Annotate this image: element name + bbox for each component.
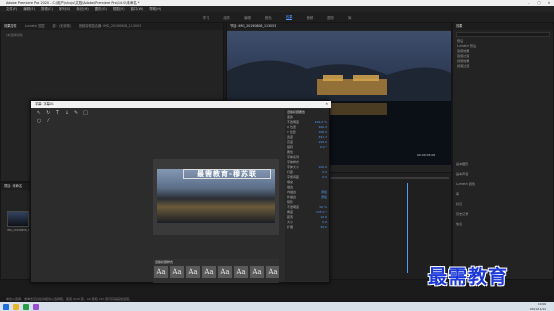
vertical-type-tool-icon[interactable]: ↓ <box>64 110 70 116</box>
windows-taskbar: 10:06 2021/11/12 <box>0 302 554 311</box>
tab-lumetri-scopes[interactable]: Lumetri 范围 <box>25 23 45 30</box>
title-styles: 旧版标题样式 Aa Aa Aa Aa Aa Aa Aa Aa <box>153 259 279 283</box>
workspace-assembly[interactable]: 组件 <box>223 15 230 20</box>
property-value[interactable]: 30.0 <box>320 225 327 230</box>
style-swatch[interactable]: Aa <box>218 266 232 278</box>
panel-markers[interactable]: 标记 <box>456 199 475 209</box>
watermark-logo: 最需教育 <box>428 266 509 288</box>
workspace-libraries[interactable]: 库 <box>348 15 351 20</box>
workspace-learn[interactable]: 学习 <box>203 15 210 20</box>
clock-date: 2021/11/12 <box>529 306 546 311</box>
effects-search-input[interactable] <box>456 32 550 37</box>
folder-video-transitions[interactable]: 视频过渡 <box>457 64 553 69</box>
tab-audio-mixer[interactable]: 音频剪辑混合器: IMG_20190808_113053 <box>79 23 141 30</box>
browser-icon[interactable] <box>23 303 29 310</box>
playhead[interactable] <box>407 183 408 273</box>
workspace-bar: 学习 组件 编辑 颜色 效果 音频 图形 库 <box>0 12 554 22</box>
property-value[interactable]: 添加 <box>321 195 327 200</box>
workspace-audio[interactable]: 音频 <box>306 15 313 20</box>
tab-source[interactable]: 源：(无剪辑) <box>52 23 70 30</box>
pen-tool-icon[interactable]: ✎ <box>73 110 79 116</box>
style-swatch[interactable]: Aa <box>170 266 184 278</box>
panel-essential-sound[interactable]: 基本声音 <box>456 169 475 179</box>
style-swatch[interactable]: Aa <box>202 266 216 278</box>
title-text-box[interactable]: 最需教育-穆苏联 <box>183 169 271 179</box>
title-canvas[interactable]: 最需教育-穆苏联 <box>153 159 279 235</box>
rectangle-tool-icon[interactable]: □ <box>82 110 88 116</box>
window-title: Adobe Premiere Pro 2020 - C:\用户\shuju\文档… <box>6 1 140 5</box>
no-clip-message: (未选择剪辑) <box>6 33 24 37</box>
style-swatch[interactable]: Aa <box>234 266 248 278</box>
property-label: 扩展 <box>287 225 294 229</box>
workspace-graphics[interactable]: 图形 <box>327 15 334 20</box>
workspace-effects[interactable]: 效果 <box>285 14 293 20</box>
rotate-tool-icon[interactable]: ↻ <box>45 110 51 116</box>
dialog-title: 字幕: 字幕01 <box>35 102 54 106</box>
panel-history[interactable]: 历史记录 <box>456 209 475 219</box>
property-value[interactable]: 0.0 <box>322 175 327 180</box>
system-clock: 10:06 2021/11/12 <box>530 302 546 311</box>
selection-tool-icon[interactable]: ↖ <box>36 110 42 116</box>
panel-essential-graphics[interactable]: 基本图形 <box>456 159 475 169</box>
title-properties: 旧版标题属性 变换 不透明度 100.0 % X 位置 306.3 Y 位置 106.2 宽度… <box>285 109 329 281</box>
tab-project[interactable]: 项目: 未命名 <box>4 183 22 190</box>
start-icon[interactable] <box>3 303 9 310</box>
dialog-titlebar: 字幕: 字幕01 ✕ <box>31 101 331 108</box>
panel-lumetri-color[interactable]: Lumetri 颜色 <box>456 179 475 189</box>
effects-browser-panel: 效果 预设 Lumetri 预设 音频效果 音频过渡 视频效果 视频过渡 基本图… <box>452 22 554 280</box>
timeline-ruler[interactable] <box>313 177 449 179</box>
dialog-close-icon[interactable]: ✕ <box>325 101 328 108</box>
premiere-icon[interactable] <box>33 303 39 310</box>
explorer-icon[interactable] <box>13 303 19 310</box>
style-swatch[interactable]: Aa <box>154 266 168 278</box>
line-tool-icon[interactable]: ⁄ <box>45 118 51 124</box>
clip-thumbnail[interactable] <box>7 211 29 227</box>
panel-info[interactable]: 信息 <box>456 219 475 229</box>
tab-effect-controls[interactable]: 效果控件 <box>4 23 17 30</box>
style-swatch[interactable]: Aa <box>186 266 200 278</box>
panel-libraries[interactable]: 库 <box>456 189 475 199</box>
property-value[interactable]: 0.0 ° <box>320 145 327 150</box>
style-swatch[interactable]: Aa <box>250 266 264 278</box>
property-row[interactable]: 扩展 30.0 <box>285 225 329 230</box>
workspace-editing[interactable]: 编辑 <box>244 15 251 20</box>
ellipse-tool-icon[interactable]: ○ <box>36 118 42 124</box>
tab-program[interactable]: 节目: IMG_20190808_113053 <box>230 23 276 30</box>
program-duration: 00:00:05:00 <box>417 153 436 157</box>
title-tools: ↖ ↻ T ↓ ✎ □ ○ ⁄ <box>35 109 95 169</box>
workspace-color[interactable]: 颜色 <box>265 15 272 20</box>
type-tool-icon[interactable]: T <box>55 110 61 116</box>
style-swatch[interactable]: Aa <box>266 266 279 278</box>
legacy-title-dialog: 字幕: 字幕01 ✕ ↖ ↻ T ↓ ✎ □ ○ ⁄ 最需教育-穆苏联 旧版标题… <box>30 100 331 283</box>
tab-effects[interactable]: 效果 <box>456 23 462 30</box>
